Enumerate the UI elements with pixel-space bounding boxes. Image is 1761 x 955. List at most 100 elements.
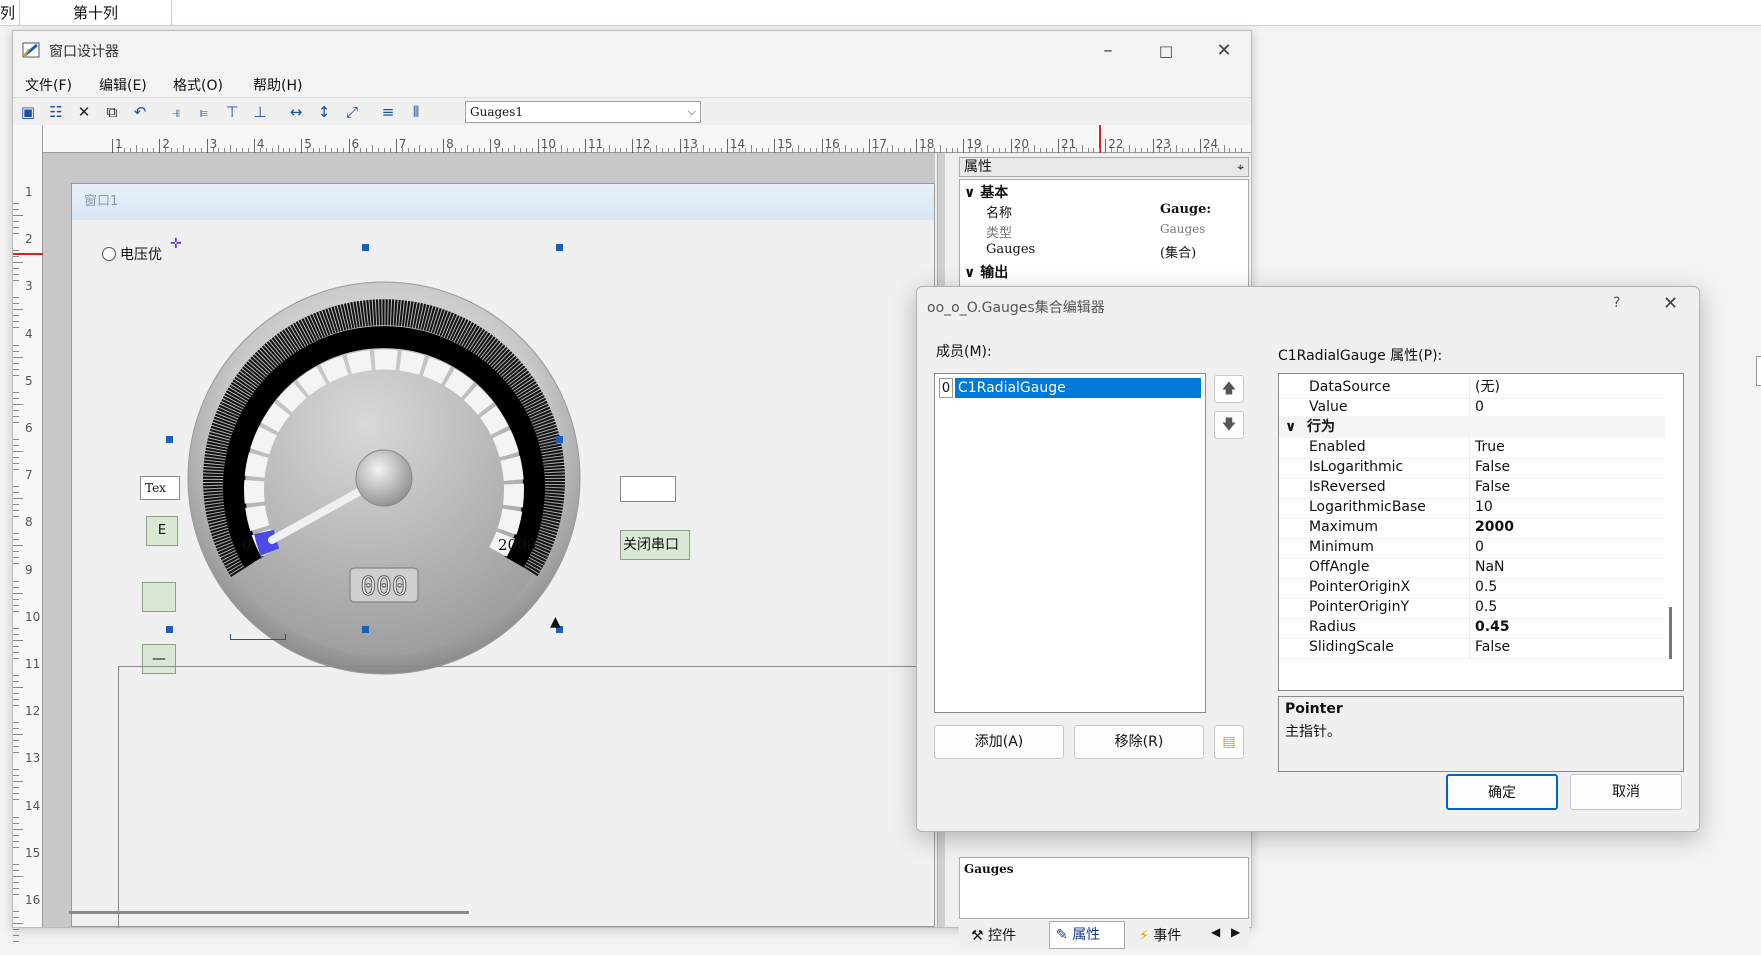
column-header-tenth[interactable]: 第十列 — [20, 0, 172, 26]
dialog-title: oo_o_O.Gauges集合编辑器 — [927, 300, 1105, 316]
ruler-minor-tick — [13, 203, 19, 204]
menu-format[interactable]: 格式(O) — [173, 75, 223, 95]
tab-events[interactable]: ⚡ 事件 — [1139, 925, 1181, 945]
menu-edit[interactable]: 编辑(E) — [99, 75, 147, 95]
members-label: 成员(M): — [936, 344, 992, 360]
resize-handle[interactable] — [556, 436, 563, 443]
column-header-a[interactable]: 列 — [0, 0, 20, 26]
property-value[interactable]: True — [1475, 436, 1505, 458]
prop-name-value[interactable]: Gauge: — [1160, 202, 1211, 217]
copy-icon[interactable]: ⧉ — [101, 101, 123, 123]
ruler-minor-tick — [13, 627, 19, 629]
tab-scroll-left-icon[interactable]: ◀ — [1211, 925, 1220, 939]
ruler-minor-tick — [13, 822, 19, 824]
align-right-icon[interactable]: ⫢ — [193, 101, 215, 123]
property-key: Radius — [1309, 619, 1356, 635]
title-bar[interactable]: 窗口设计器 – □ ✕ — [13, 31, 1251, 71]
align-bottom-icon[interactable]: ⊥ — [249, 101, 271, 123]
property-value[interactable]: 0.5 — [1475, 576, 1497, 598]
text-input-right[interactable] — [620, 476, 676, 502]
ruler-minor-tick — [13, 675, 19, 676]
resize-handle[interactable] — [166, 626, 173, 633]
category-basic[interactable]: ∨ 基本 — [964, 182, 1008, 202]
member-item-c1radialgauge[interactable]: C1RadialGauge — [955, 378, 1201, 398]
form-window[interactable]: 窗口1 电压优 ✛ Tex E — 关闭串口 0 2000 000 ▲ — [71, 183, 936, 928]
property-value[interactable]: 10 — [1475, 496, 1493, 518]
property-value[interactable]: NaN — [1475, 556, 1505, 578]
window-title: 窗口设计器 — [49, 44, 119, 60]
property-pages-icon[interactable]: ▤ — [1214, 725, 1244, 759]
add-button[interactable]: 添加(A) — [934, 725, 1064, 759]
undo-icon[interactable]: ↶ — [129, 101, 151, 123]
resize-handle[interactable] — [556, 244, 563, 251]
property-value[interactable]: 0.45 — [1475, 616, 1510, 638]
resize-handle[interactable] — [362, 244, 369, 251]
help-button[interactable]: ? — [1613, 295, 1620, 311]
resize-handle[interactable] — [362, 626, 369, 633]
property-value[interactable]: False — [1475, 456, 1510, 478]
chevron-down-icon: ∨ — [964, 265, 976, 281]
ok-button[interactable]: 确定 — [1446, 774, 1558, 810]
same-width-icon[interactable]: ↔ — [285, 101, 307, 123]
designer-app-icon — [21, 39, 43, 61]
same-size-icon[interactable]: ⤢ — [341, 101, 363, 123]
menu-help[interactable]: 帮助(H) — [253, 75, 302, 95]
ruler-tick — [963, 139, 965, 153]
property-category[interactable]: ∨ 行为 — [1279, 416, 1665, 438]
prop-gauges-value[interactable]: (集合) — [1160, 242, 1196, 261]
property-value[interactable]: (无) — [1475, 376, 1500, 398]
vertical-ruler: 1 2 3 4 5 6 7 8 9 10 11 12 13 14 15 16 — [13, 125, 43, 942]
delete-icon[interactable]: ✕ — [73, 101, 95, 123]
save-icon[interactable]: ▣ — [17, 101, 39, 123]
resize-handle[interactable] — [166, 436, 173, 443]
remove-button[interactable]: 移除(R) — [1074, 725, 1204, 759]
button-blank[interactable] — [142, 582, 176, 612]
move-down-button[interactable]: 🡇 — [1214, 411, 1244, 439]
ruler-minor-tick — [703, 145, 705, 153]
maximize-button[interactable]: □ — [1137, 31, 1195, 71]
properties-grid[interactable]: DataSource (无) Value 0 ∨ 行为 Enabled True IsLogar… — [1278, 373, 1684, 691]
property-value[interactable]: False — [1475, 636, 1510, 658]
minimize-button[interactable]: – — [1079, 31, 1137, 71]
grid-icon[interactable]: ☷ — [45, 101, 67, 123]
same-height-icon[interactable]: ↕ — [313, 101, 335, 123]
tab-scroll-right-icon[interactable]: ▶ — [1231, 925, 1240, 939]
grid-scrollbar-thumb[interactable] — [1669, 607, 1672, 659]
property-value[interactable]: 2000 — [1475, 516, 1514, 538]
move-up-button[interactable]: 🡅 — [1214, 375, 1244, 403]
group-panel[interactable] — [118, 666, 936, 928]
tab-properties[interactable]: ✎ 属性 — [1049, 921, 1125, 949]
pin-icon[interactable]: ⌖ — [1237, 158, 1244, 176]
property-row[interactable]: SlidingScale False — [1279, 636, 1665, 659]
ruler-minor-tick — [1223, 145, 1225, 153]
object-selector-combo[interactable]: Guages1 ⌵ — [465, 101, 701, 123]
members-list[interactable]: 0 C1RadialGauge — [934, 373, 1206, 713]
ruler-minor-tick — [13, 250, 19, 252]
center-horizontal-icon[interactable]: ⦀ — [405, 101, 427, 123]
cancel-button[interactable]: 取消 — [1570, 774, 1682, 810]
close-button[interactable]: ✕ — [1195, 31, 1253, 71]
property-key: IsReversed — [1309, 479, 1386, 495]
edge-tab[interactable] — [1756, 356, 1761, 386]
voltage-radio[interactable]: 电压优 ✛ — [102, 236, 182, 266]
tab-controls[interactable]: ⚒ 控件 — [971, 925, 1016, 945]
category-output[interactable]: ∨ 输出 — [964, 262, 1008, 282]
ruler-minor-tick — [13, 327, 19, 329]
property-value[interactable]: 0.5 — [1475, 596, 1497, 618]
tab-controls-label: 控件 — [988, 928, 1017, 944]
ruler-minor-tick — [1034, 145, 1036, 153]
menu-file[interactable]: 文件(F) — [25, 75, 72, 95]
close-serial-button[interactable]: 关闭串口 — [620, 530, 690, 560]
ruler-number: 2 — [25, 232, 33, 247]
property-value[interactable]: False — [1475, 476, 1510, 498]
property-value[interactable]: 0 — [1475, 396, 1484, 418]
align-top-icon[interactable]: ⊤ — [221, 101, 243, 123]
ruler-minor-tick — [845, 145, 847, 153]
ruler-minor-tick — [13, 687, 23, 688]
center-vertical-icon[interactable]: ≡ — [377, 101, 399, 123]
align-left-icon[interactable]: ⫣ — [165, 101, 187, 123]
horizontal-scrollbar[interactable] — [69, 911, 469, 914]
radial-gauge[interactable]: 0 2000 000 — [174, 270, 594, 690]
property-value[interactable]: 0 — [1475, 536, 1484, 558]
dialog-close-button[interactable]: ✕ — [1663, 293, 1678, 314]
